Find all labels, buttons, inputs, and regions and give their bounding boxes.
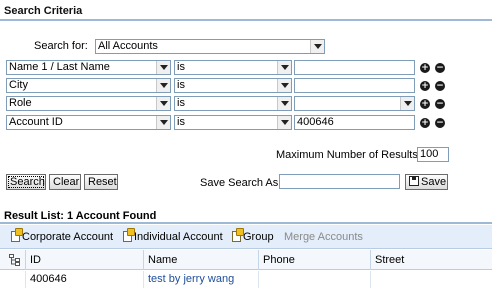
merge-accounts-button: Merge Accounts bbox=[284, 231, 363, 243]
new-document-icon bbox=[232, 228, 244, 242]
search-for-label: Search for: bbox=[34, 40, 88, 52]
chevron-down-icon bbox=[156, 61, 170, 74]
corporate-account-label: Corporate Account bbox=[22, 231, 114, 243]
criteria-operator-select[interactable]: is bbox=[174, 115, 292, 130]
criteria-field-value: City bbox=[9, 79, 28, 91]
column-header-street[interactable]: Street bbox=[370, 250, 492, 270]
chevron-down-icon bbox=[277, 116, 291, 129]
cell-street bbox=[370, 271, 492, 288]
result-list-title: Result List: 1 Account Found bbox=[4, 210, 157, 222]
criteria-field-select[interactable]: Role bbox=[6, 96, 171, 111]
criteria-value-select[interactable] bbox=[294, 96, 415, 111]
minus-circle-icon[interactable]: − bbox=[435, 81, 445, 91]
cell-phone bbox=[258, 271, 370, 288]
minus-circle-icon[interactable]: − bbox=[435, 99, 445, 109]
new-document-icon bbox=[11, 228, 23, 242]
column-header-name[interactable]: Name bbox=[143, 250, 258, 270]
criteria-operator-value: is bbox=[177, 61, 185, 73]
title-divider bbox=[0, 19, 492, 21]
search-button[interactable]: Search bbox=[6, 174, 46, 190]
criteria-field-value: Name 1 / Last Name bbox=[9, 61, 110, 73]
new-document-icon bbox=[123, 228, 135, 242]
minus-circle-icon[interactable]: − bbox=[435, 118, 445, 128]
save-icon bbox=[409, 176, 419, 186]
save-button[interactable]: Save bbox=[405, 174, 448, 190]
column-header-phone[interactable]: Phone bbox=[258, 250, 370, 270]
chevron-down-icon bbox=[277, 97, 291, 110]
criteria-field-value: Role bbox=[9, 97, 32, 109]
plus-circle-icon[interactable]: + bbox=[420, 63, 430, 73]
search-for-select[interactable]: All Accounts bbox=[95, 39, 325, 54]
criteria-operator-value: is bbox=[177, 116, 185, 128]
criteria-operator-value: is bbox=[177, 79, 185, 91]
chevron-down-icon bbox=[310, 40, 324, 53]
table-row[interactable]: 400646 test by jerry wang bbox=[0, 271, 492, 288]
chevron-down-icon bbox=[156, 79, 170, 92]
save-search-label: Save Search As: bbox=[200, 177, 282, 189]
criteria-field-select[interactable]: City bbox=[6, 78, 171, 93]
chevron-down-icon bbox=[400, 97, 414, 110]
plus-circle-icon[interactable]: + bbox=[420, 118, 430, 128]
max-results-label: Maximum Number of Results: bbox=[276, 149, 421, 161]
plus-circle-icon[interactable]: + bbox=[420, 81, 430, 91]
chevron-down-icon bbox=[277, 79, 291, 92]
criteria-operator-select[interactable]: is bbox=[174, 78, 292, 93]
corporate-account-button[interactable]: Corporate Account bbox=[11, 228, 114, 243]
individual-account-button[interactable]: Individual Account bbox=[123, 228, 223, 243]
criteria-value-input[interactable]: 400646 bbox=[294, 115, 415, 130]
criteria-operator-value: is bbox=[177, 97, 185, 109]
criteria-field-select[interactable]: Account ID bbox=[6, 115, 171, 130]
plus-circle-icon[interactable]: + bbox=[420, 99, 430, 109]
chevron-down-icon bbox=[156, 97, 170, 110]
criteria-value-input[interactable] bbox=[294, 78, 415, 93]
group-label: Group bbox=[243, 231, 274, 243]
criteria-field-value: Account ID bbox=[9, 116, 63, 128]
reset-button[interactable]: Reset bbox=[84, 174, 118, 190]
criteria-field-select[interactable]: Name 1 / Last Name bbox=[6, 60, 171, 75]
chevron-down-icon bbox=[277, 61, 291, 74]
result-divider bbox=[0, 222, 492, 224]
criteria-value-input[interactable] bbox=[294, 60, 415, 75]
max-results-input[interactable]: 100 bbox=[417, 147, 449, 162]
criteria-operator-select[interactable]: is bbox=[174, 60, 292, 75]
chevron-down-icon bbox=[156, 116, 170, 129]
column-header-id[interactable]: ID bbox=[25, 250, 143, 270]
criteria-operator-select[interactable]: is bbox=[174, 96, 292, 111]
cell-name-link[interactable]: test by jerry wang bbox=[143, 271, 258, 288]
clear-button[interactable]: Clear bbox=[49, 174, 81, 190]
group-button[interactable]: Group bbox=[232, 228, 274, 243]
hierarchy-icon[interactable] bbox=[9, 254, 21, 266]
result-toolbar: Corporate Account Individual Account Gro… bbox=[0, 225, 492, 249]
search-for-value: All Accounts bbox=[98, 40, 158, 52]
minus-circle-icon[interactable]: − bbox=[435, 63, 445, 73]
section-title: Search Criteria bbox=[4, 5, 83, 17]
save-search-input[interactable] bbox=[279, 174, 400, 189]
cell-id: 400646 bbox=[25, 271, 143, 288]
table-header: ID Name Phone Street bbox=[0, 250, 492, 270]
individual-account-label: Individual Account bbox=[134, 231, 223, 243]
save-button-label: Save bbox=[421, 176, 447, 188]
